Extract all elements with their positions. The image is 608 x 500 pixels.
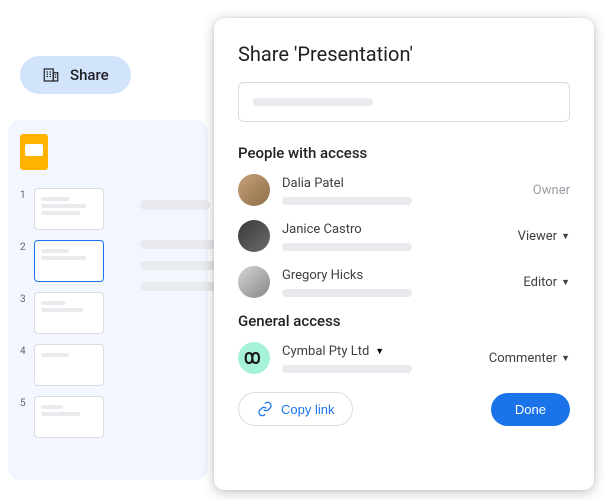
chevron-down-icon[interactable]: ▼ xyxy=(375,346,384,357)
slide-thumbnail-active[interactable] xyxy=(34,240,104,282)
thumb-number: 4 xyxy=(20,344,28,357)
role-dropdown[interactable]: Editor ▼ xyxy=(523,275,570,290)
person-name: Janice Castro xyxy=(282,222,506,237)
dialog-title: Share 'Presentation' xyxy=(238,42,570,66)
building-icon xyxy=(42,66,60,84)
done-button[interactable]: Done xyxy=(491,393,570,426)
person-row: Gregory Hicks Editor ▼ xyxy=(238,266,570,298)
org-row: Cymbal Pty Ltd ▼ Commenter ▼ xyxy=(238,342,570,374)
avatar xyxy=(238,266,270,298)
avatar xyxy=(238,174,270,206)
add-people-input[interactable] xyxy=(238,82,570,122)
org-name: Cymbal Pty Ltd xyxy=(282,344,369,359)
copy-link-button[interactable]: Copy link xyxy=(238,392,353,426)
thumb-number: 3 xyxy=(20,292,28,305)
person-name: Gregory Hicks xyxy=(282,268,511,283)
chevron-down-icon: ▼ xyxy=(561,231,570,242)
person-row: Dalia Patel Owner xyxy=(238,174,570,206)
slide-thumbnail[interactable] xyxy=(34,344,104,386)
slide-thumbnail[interactable] xyxy=(34,292,104,334)
chevron-down-icon: ▼ xyxy=(561,353,570,364)
link-icon xyxy=(257,401,273,417)
person-name: Dalia Patel xyxy=(282,176,521,191)
person-row: Janice Castro Viewer ▼ xyxy=(238,220,570,252)
role-dropdown[interactable]: Viewer ▼ xyxy=(518,229,570,244)
slide-thumbnail[interactable] xyxy=(34,396,104,438)
thumb-number: 2 xyxy=(20,240,28,253)
avatar xyxy=(238,220,270,252)
share-dialog: Share 'Presentation' People with access … xyxy=(214,18,594,490)
thumb-number: 5 xyxy=(20,396,28,409)
slides-app-icon xyxy=(20,134,48,170)
role-label-owner: Owner xyxy=(533,183,570,198)
role-dropdown[interactable]: Commenter ▼ xyxy=(489,351,570,366)
slide-thumb-row[interactable]: 5 xyxy=(20,396,196,438)
thumb-number: 1 xyxy=(20,188,28,201)
slide-thumbnail[interactable] xyxy=(34,188,104,230)
share-pill-label: Share xyxy=(70,66,109,84)
share-pill-button[interactable]: Share xyxy=(20,56,131,94)
chevron-down-icon: ▼ xyxy=(561,277,570,288)
slide-thumb-row[interactable]: 4 xyxy=(20,344,196,386)
people-access-heading: People with access xyxy=(238,144,570,162)
general-access-heading: General access xyxy=(238,312,570,330)
org-icon xyxy=(238,342,270,374)
